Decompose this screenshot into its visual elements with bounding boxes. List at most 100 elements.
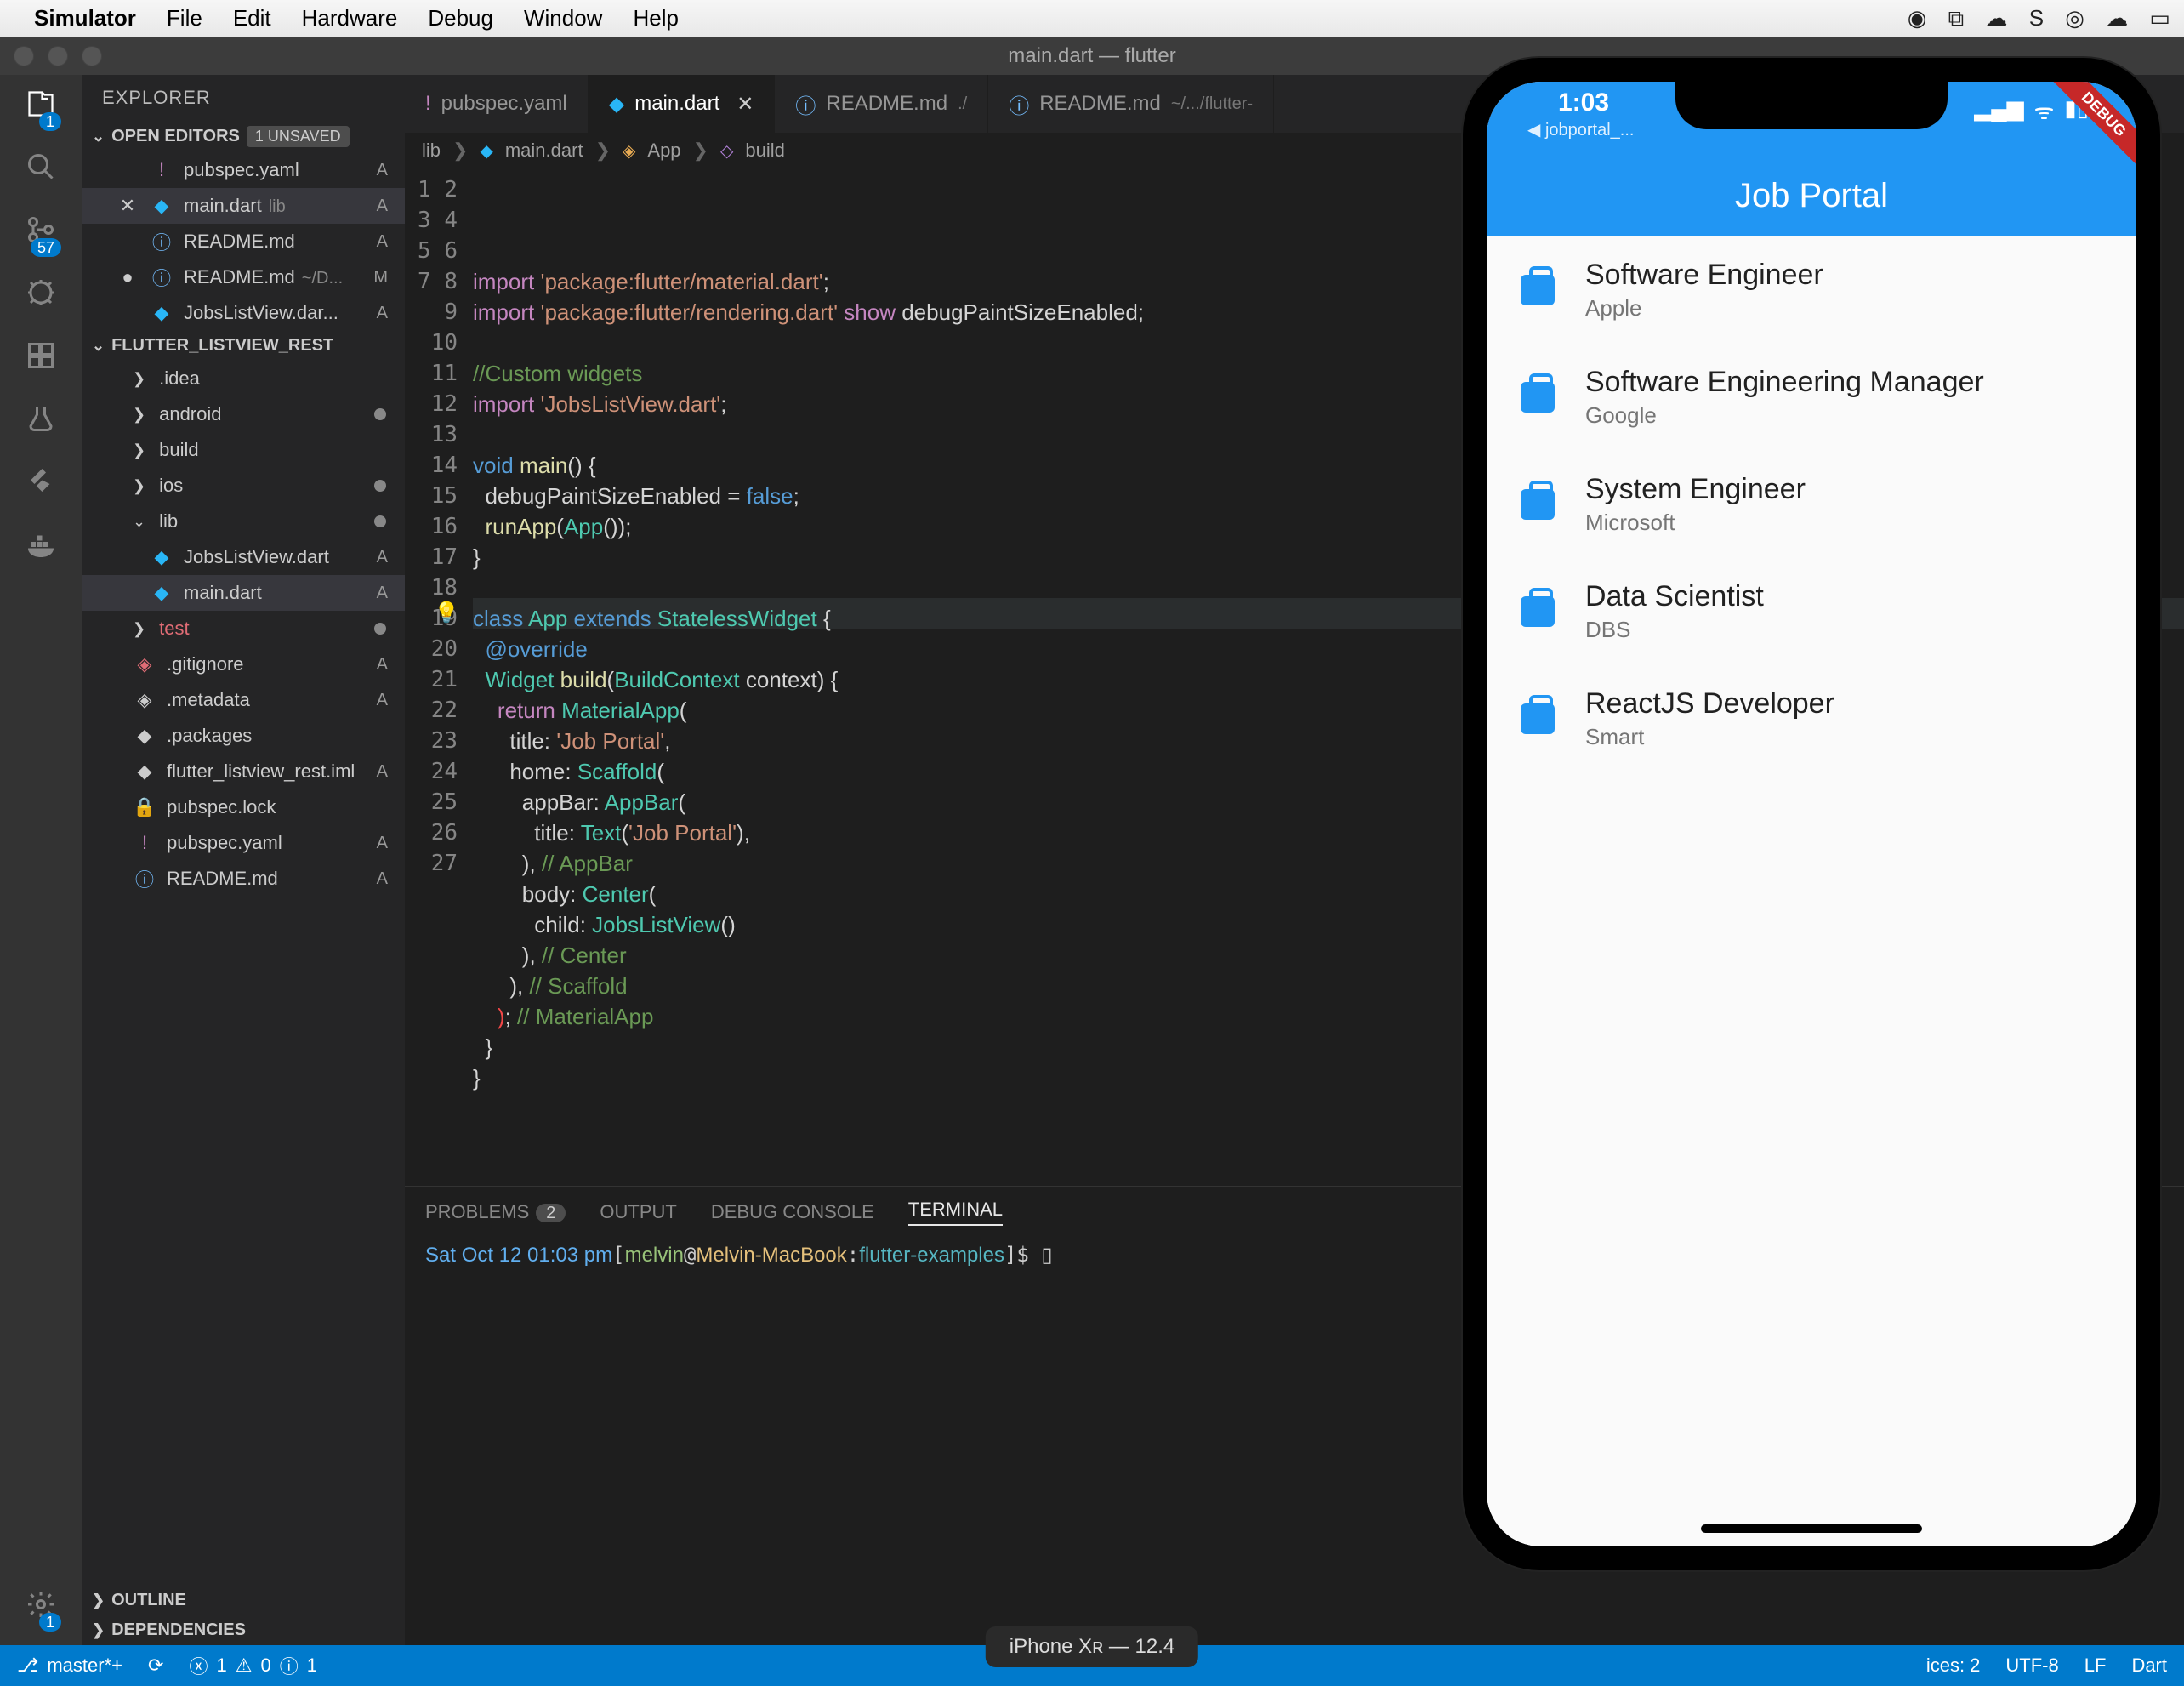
close-window-icon[interactable]	[14, 46, 34, 66]
tree-item[interactable]: ❯android	[82, 396, 405, 432]
git-status: A	[377, 304, 395, 323]
docker-icon[interactable]: ☁	[1985, 5, 2007, 31]
editor-tab[interactable]: ◆ main.dart ✕	[589, 75, 776, 133]
ios-simulator[interactable]: 1:03 ◀ jobportal_... ▂▄▆ ᯤ ▮▯ Job Portal…	[1463, 58, 2160, 1570]
simulator-screen[interactable]: 1:03 ◀ jobportal_... ▂▄▆ ᯤ ▮▯ Job Portal…	[1487, 82, 2136, 1546]
editor-tab[interactable]: ⓘ README.md ~/.../flutter-	[988, 75, 1274, 133]
tray-icon[interactable]: ◉	[1908, 5, 1927, 31]
menu-edit[interactable]: Edit	[233, 5, 271, 31]
source-control-icon[interactable]: 57	[26, 214, 56, 253]
editor-tab[interactable]: ⓘ README.md ./	[775, 75, 988, 133]
tab-debug-console[interactable]: DEBUG CONSOLE	[711, 1201, 874, 1223]
job-list-item[interactable]: Software Engineer Apple	[1487, 236, 2136, 344]
open-editor-item[interactable]: ◆ JobsListView.dar... A	[82, 295, 405, 331]
minimize-window-icon[interactable]	[48, 46, 68, 66]
test-icon[interactable]	[26, 403, 56, 442]
tree-item[interactable]: ◆main.dartA	[82, 575, 405, 611]
menu-app[interactable]: Simulator	[34, 5, 136, 31]
extensions-icon[interactable]	[26, 340, 56, 379]
tree-item[interactable]: ❯test	[82, 611, 405, 646]
menu-hardware[interactable]: Hardware	[302, 5, 398, 31]
open-editor-item[interactable]: ⓘ README.md A	[82, 224, 405, 259]
item-label: test	[159, 618, 364, 640]
dropbox-icon[interactable]: ⧉	[1948, 5, 1965, 31]
menu-tray[interactable]: ◉ ⧉ ☁ S ◎ ☁ ▭	[1892, 5, 2170, 32]
tray-icon[interactable]: ◎	[2065, 5, 2084, 31]
git-status: A	[377, 762, 395, 782]
tab-output[interactable]: OUTPUT	[600, 1201, 676, 1223]
file-icon: ◆	[133, 760, 156, 783]
tree-item[interactable]: ❯ios	[82, 468, 405, 504]
file-name: README.md	[184, 231, 367, 253]
explorer-badge: 1	[39, 112, 61, 131]
activity-bar[interactable]: 1 57 1	[0, 75, 82, 1645]
jobs-list[interactable]: Software Engineer Apple Software Enginee…	[1487, 236, 2136, 1546]
job-list-item[interactable]: ReactJS Developer Smart	[1487, 665, 2136, 772]
open-editor-item[interactable]: ! pubspec.yaml A	[82, 152, 405, 188]
file-name: README.md~/D...	[184, 266, 363, 288]
job-list-item[interactable]: Data Scientist DBS	[1487, 558, 2136, 665]
breadcrumb-item[interactable]: App	[647, 140, 680, 162]
explorer-icon[interactable]: 1	[26, 88, 56, 128]
tree-item[interactable]: ◆flutter_listview_rest.imlA	[82, 754, 405, 789]
outline-header[interactable]: ❯ OUTLINE	[82, 1586, 405, 1615]
simulator-caption[interactable]: iPhone Xʀ — 12.4	[986, 1626, 1198, 1667]
job-list-item[interactable]: System Engineer Microsoft	[1487, 451, 2136, 558]
sync-icon[interactable]: ⟳	[148, 1655, 163, 1677]
mac-menubar[interactable]: Simulator File Edit Hardware Debug Windo…	[0, 0, 2184, 37]
home-indicator[interactable]	[1701, 1524, 1922, 1533]
menu-help[interactable]: Help	[633, 5, 678, 31]
dependencies-header[interactable]: ❯ DEPENDENCIES	[82, 1615, 405, 1645]
item-label: build	[159, 439, 395, 461]
lightbulb-icon[interactable]: 💡	[434, 598, 459, 629]
settings-gear-icon[interactable]: 1	[26, 1589, 56, 1628]
tree-item[interactable]: !pubspec.yamlA	[82, 825, 405, 861]
tree-item[interactable]: ◈.metadataA	[82, 682, 405, 718]
status-encoding[interactable]: UTF-8	[2005, 1655, 2058, 1677]
tray-icon[interactable]: S	[2029, 5, 2044, 31]
cloud-icon[interactable]: ☁	[2106, 5, 2128, 31]
job-list-item[interactable]: Software Engineering Manager Google	[1487, 344, 2136, 451]
breadcrumb-item[interactable]: build	[745, 140, 784, 162]
tray-icon[interactable]: ▭	[2149, 5, 2170, 31]
file-icon: 🔒	[133, 796, 156, 818]
diagnostics[interactable]: ⓧ 1 ⚠ 0 ⓘ 1	[189, 1652, 317, 1679]
traffic-lights[interactable]	[0, 46, 102, 66]
close-icon[interactable]: ✕	[116, 195, 139, 217]
explorer-sidebar[interactable]: EXPLORER ⌄ OPEN EDITORS 1 UNSAVED ! pubs…	[82, 75, 405, 1645]
dirty-dot-icon[interactable]: ●	[116, 266, 139, 288]
tab-terminal[interactable]: TERMINAL	[908, 1199, 1003, 1226]
breadcrumb-item[interactable]: main.dart	[505, 140, 583, 162]
editor-tab[interactable]: ! pubspec.yaml	[405, 75, 589, 133]
tree-item[interactable]: ◈.gitignoreA	[82, 646, 405, 682]
tree-item[interactable]: ◆JobsListView.dartA	[82, 539, 405, 575]
open-editor-item[interactable]: ✕ ◆ main.dartlib A	[82, 188, 405, 224]
status-spaces[interactable]: ices: 2	[1926, 1655, 1981, 1677]
tree-item[interactable]: ❯build	[82, 432, 405, 468]
search-icon[interactable]	[26, 151, 56, 191]
menu-file[interactable]: File	[167, 5, 202, 31]
tree-item[interactable]: 🔒pubspec.lock	[82, 789, 405, 825]
git-status: M	[373, 268, 395, 288]
tree-item[interactable]: ◆.packages	[82, 718, 405, 754]
flutter-icon[interactable]	[26, 466, 56, 505]
status-eol[interactable]: LF	[2084, 1655, 2107, 1677]
git-branch[interactable]: ⎇ master*+	[17, 1655, 122, 1677]
docker-icon[interactable]	[26, 529, 56, 568]
open-editors-header[interactable]: ⌄ OPEN EDITORS 1 UNSAVED	[82, 121, 405, 152]
zoom-window-icon[interactable]	[82, 46, 102, 66]
tab-problems[interactable]: PROBLEMS2	[425, 1201, 566, 1223]
tree-item[interactable]: ⌄lib	[82, 504, 405, 539]
menu-debug[interactable]: Debug	[428, 5, 493, 31]
project-header[interactable]: ⌄ FLUTTER_LISTVIEW_REST	[82, 331, 405, 361]
open-editor-item[interactable]: ● ⓘ README.md~/D... M	[82, 259, 405, 295]
menu-window[interactable]: Window	[524, 5, 602, 31]
breadcrumb-item[interactable]: lib	[422, 140, 441, 162]
tree-item[interactable]: ⓘREADME.mdA	[82, 861, 405, 897]
status-lang[interactable]: Dart	[2131, 1655, 2167, 1677]
debug-icon[interactable]	[26, 277, 56, 316]
chevron-icon: ❯	[133, 406, 145, 424]
close-tab-icon[interactable]: ✕	[737, 92, 754, 117]
tree-item[interactable]: ❯.idea	[82, 361, 405, 396]
status-back-app[interactable]: ◀ jobportal_...	[1527, 119, 1634, 140]
